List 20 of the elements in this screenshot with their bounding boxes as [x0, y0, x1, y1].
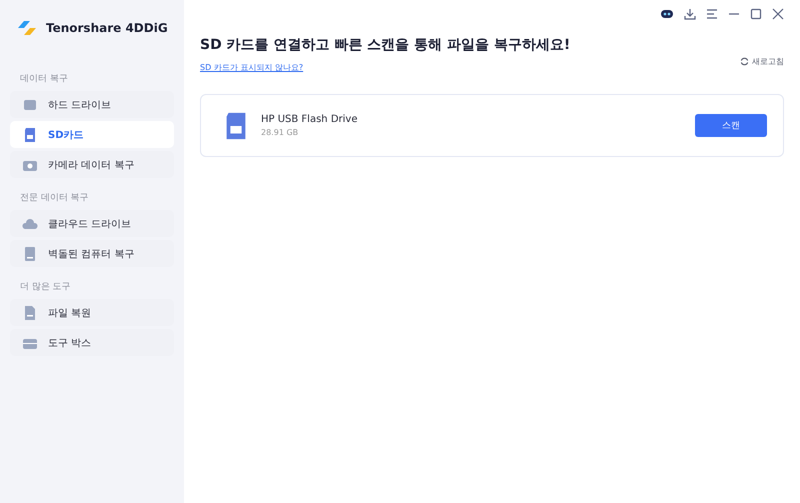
device-name: HP USB Flash Drive: [261, 114, 358, 125]
maximize-icon[interactable]: [750, 8, 762, 20]
section-title: 더 많은 도구: [19, 281, 72, 293]
help-link[interactable]: SD 카드가 표시되지 않나요?: [200, 62, 304, 73]
section-title: 전문 데이터 복구: [19, 192, 90, 204]
refresh-icon: [740, 57, 749, 66]
sidebar-item[interactable]: SD카드: [10, 121, 174, 148]
device-size: 28.91 GB: [261, 128, 300, 137]
menu-icon[interactable]: [706, 8, 718, 20]
download-icon[interactable]: [684, 8, 696, 20]
robot-icon[interactable]: [660, 8, 674, 20]
close-icon[interactable]: [772, 8, 784, 20]
page-heading: SD 카드를 연결하고 빠른 스캔을 통해 파일을 복구하세요!: [200, 36, 570, 54]
scan-button[interactable]: 스캔: [695, 114, 767, 137]
sd-icon: [22, 126, 38, 142]
file-icon: [22, 304, 38, 320]
section-title: 데이터 복구: [19, 73, 69, 85]
logo-icon: [16, 18, 38, 38]
refresh-button[interactable]: 새로고침: [740, 56, 784, 67]
app-name: Tenorshare 4DDiG: [46, 21, 168, 35]
